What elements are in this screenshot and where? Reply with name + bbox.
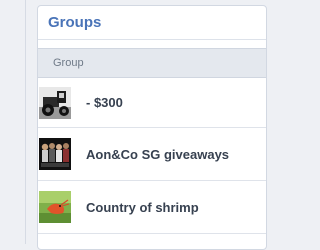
group-photo-avatar[interactable] <box>39 138 71 170</box>
panel-title: Groups <box>48 14 102 31</box>
group-row[interactable]: - $300 <box>38 78 266 128</box>
group-name[interactable]: Aon&Co SG giveaways <box>86 147 229 162</box>
group-row[interactable]: Aon&Co SG giveaways <box>38 128 266 181</box>
groups-panel: Groups Group - $300 Aon&Co SG giveaways … <box>37 5 267 250</box>
column-header-group[interactable]: Group <box>38 48 266 78</box>
left-sidebar-edge <box>0 0 26 244</box>
shrimp-photo-avatar[interactable] <box>39 191 71 223</box>
group-name[interactable]: Country of shrimp <box>86 200 199 215</box>
panel-header: Groups <box>38 6 266 40</box>
column-header-label: Group <box>53 57 84 69</box>
group-name[interactable]: - $300 <box>86 95 123 110</box>
tractor-photo-avatar[interactable] <box>39 86 71 119</box>
group-row[interactable]: Country of shrimp <box>38 181 266 234</box>
